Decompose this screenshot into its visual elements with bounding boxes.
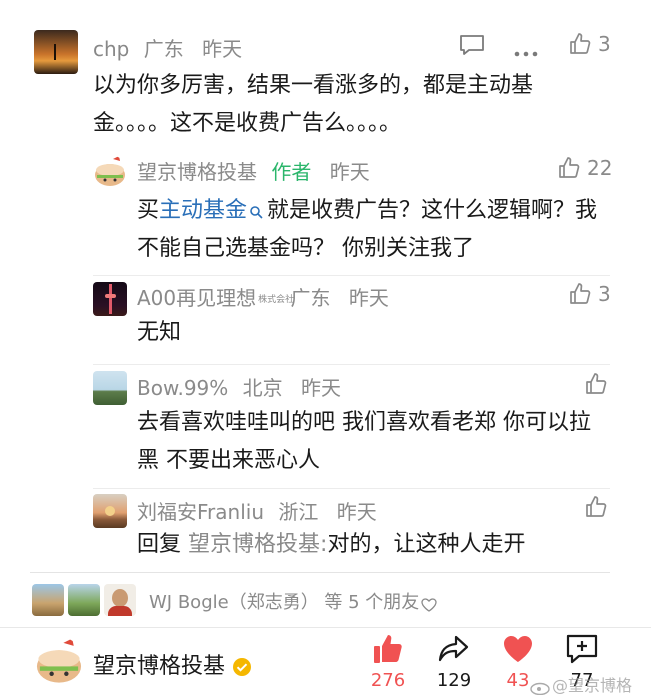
reply-text-line: 黑 不要出来恶心人 (137, 448, 320, 473)
reply-username[interactable]: A00再见理想 (137, 286, 256, 310)
comment-meta: chp 广东 昨天 (93, 33, 242, 62)
avatar-liufuan[interactable] (93, 494, 127, 528)
reply-text: 回复 望京博格投基:对的，让这种人走开 (137, 526, 525, 564)
reply-like-count: 3 (598, 282, 611, 306)
reply-text-rest: 就是收费广告？这什么逻辑啊？我 (267, 198, 598, 223)
section-divider (30, 572, 610, 573)
account-avatar[interactable] (34, 637, 84, 687)
reply-like-count: 22 (587, 156, 613, 180)
comment-text-line: 以为你多厉害，结果一看涨多的，都是主动基 (93, 73, 534, 98)
comment-time: 昨天 (202, 37, 243, 61)
friend-avatar[interactable] (68, 584, 100, 616)
topic-link[interactable]: 主动基金 (159, 198, 247, 223)
reply-location: 广东 (290, 286, 331, 310)
reply-text-line: 不能自己选基金吗？ 你别关注我了 (137, 236, 474, 261)
reply-text-line: 买主动基金 就是收费广告？这什么逻辑啊？我 (137, 192, 617, 230)
reply-meta: Bow.99% 北京 昨天 (137, 372, 341, 401)
comment-location: 广东 (143, 37, 184, 61)
friend-avatar[interactable] (104, 584, 136, 616)
comment-text: 以为你多厉害，结果一看涨多的，都是主动基 金。。。。这不是收费广告么。。。。 (93, 67, 623, 143)
like-action-button[interactable]: 276 (370, 632, 406, 691)
heart-outline-icon (421, 596, 437, 612)
reply-icon[interactable] (459, 34, 485, 56)
reply-like-button[interactable] (584, 372, 608, 396)
comment-like-count: 3 (598, 32, 611, 56)
reply-time: 昨天 (329, 160, 370, 184)
comment-add-icon (566, 634, 598, 664)
weibo-logo-icon (530, 679, 552, 695)
reply-text: 去看喜欢哇哇叫的吧 我们喜欢看老郑 你可以拉 黑 不要出来恶心人 (137, 404, 617, 480)
heart-count: 43 (506, 670, 530, 691)
account-name-label: 望京博格投基 (93, 654, 226, 679)
thumbs-up-icon (570, 283, 591, 304)
more-options-icon[interactable] (514, 42, 538, 57)
divider (93, 488, 610, 489)
friends-liked-text[interactable]: WJ Bogle（郑志勇） 等 5 个朋友 (149, 588, 437, 614)
like-count: 276 (370, 670, 406, 691)
reply-like-button[interactable]: 22 (557, 156, 612, 180)
reply-meta: 望京博格投基 作者 昨天 (137, 156, 370, 185)
reply-like-button[interactable] (584, 495, 608, 519)
comment-username[interactable]: chp (93, 37, 129, 61)
thumbs-up-filled-icon (374, 635, 402, 663)
mention-link[interactable]: 望京博格投基: (188, 532, 327, 557)
comment-like-button[interactable]: 3 (568, 32, 611, 56)
comment-text-line: 金。。。。这不是收费广告么。。。。 (93, 111, 402, 136)
account-name[interactable]: 望京博格投基 (93, 648, 252, 680)
reply-text-line: 去看喜欢哇哇叫的吧 我们喜欢看老郑 你可以拉 (137, 410, 591, 435)
reply-like-button[interactable]: 3 (568, 282, 611, 306)
friends-liked-label: WJ Bogle（郑志勇） 等 5 个朋友 (149, 592, 420, 613)
avatar-author[interactable] (93, 155, 127, 189)
avatar-chp[interactable] (34, 30, 78, 74)
watermark-text: @望京博格 (552, 676, 633, 695)
reply-location: 浙江 (278, 500, 319, 524)
user-badge: 株式会社 (258, 294, 295, 305)
reply-location: 北京 (242, 376, 283, 400)
reply-time: 昨天 (301, 376, 342, 400)
reply-username[interactable]: Bow.99% (137, 376, 228, 400)
watermark: @望京博格 (530, 672, 632, 696)
reply-text: 无知 (137, 320, 182, 345)
reply-username[interactable]: 望京博格投基 (137, 160, 257, 184)
reply-body: 对的，让这种人走开 (327, 532, 526, 557)
reply-username[interactable]: 刘福安Franliu (137, 500, 264, 524)
reply-text-prefix: 买 (137, 198, 160, 223)
thumbs-up-icon (559, 157, 580, 178)
share-icon (438, 635, 469, 662)
reply-text: 买主动基金 就是收费广告？这什么逻辑啊？我 不能自己选基金吗？ 你别关注我了 (137, 192, 617, 268)
friend-avatar[interactable] (32, 584, 64, 616)
avatar-a00[interactable] (93, 282, 127, 316)
reply-prefix: 回复 (137, 532, 182, 557)
thumbs-up-icon (570, 33, 591, 54)
thumbs-up-icon (586, 373, 607, 394)
share-action-button[interactable]: 129 (434, 632, 474, 691)
reply-meta: A00再见理想 株式会社 广东 昨天 (137, 282, 389, 311)
reply-time: 昨天 (348, 286, 389, 310)
avatar-bow[interactable] (93, 371, 127, 405)
search-icon[interactable] (249, 194, 263, 219)
reply-meta: 刘福安Franliu 浙江 昨天 (137, 496, 377, 525)
reply-time: 昨天 (336, 500, 377, 524)
divider (93, 364, 610, 365)
thumbs-up-icon (586, 496, 607, 517)
page-divider (0, 627, 651, 628)
divider (93, 275, 610, 276)
heart-filled-icon (504, 636, 532, 662)
author-badge: 作者 (271, 160, 312, 184)
verified-icon (232, 657, 252, 677)
share-count: 129 (436, 670, 472, 691)
